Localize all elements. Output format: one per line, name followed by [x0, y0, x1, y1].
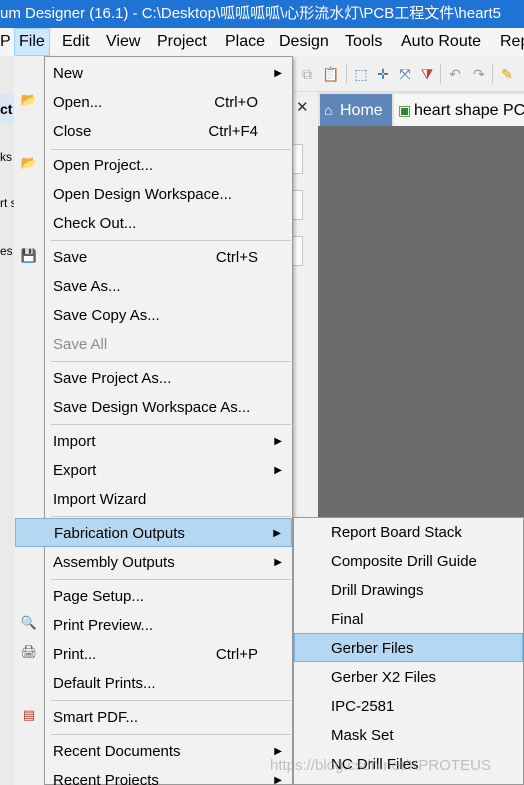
menu-item-default-prints[interactable]: Default Prints... [45, 669, 292, 698]
folder-open-icon: 📂 [20, 155, 38, 170]
move-icon[interactable]: ✛ [374, 65, 392, 83]
menu-separator [51, 361, 291, 362]
menu-item-open-design-workspace[interactable]: Open Design Workspace... [45, 180, 292, 209]
menu-item-new[interactable]: New ▶ [45, 59, 292, 88]
menu-item-export[interactable]: Export ▶ [45, 456, 292, 485]
toolbar-separator [346, 64, 347, 84]
panel-box [293, 144, 303, 174]
menu-item-close[interactable]: Close Ctrl+F4 [45, 117, 292, 146]
menu-item-save-project-as[interactable]: Save Project As... [45, 364, 292, 393]
left-panel-fragment: rt s [0, 196, 14, 210]
toolbar-separator [492, 64, 493, 84]
menu-item-recent-documents[interactable]: Recent Documents ▶ [45, 737, 292, 766]
menu-item-recent-projects[interactable]: Recent Projects ▶ [45, 766, 292, 785]
submenu-item-final[interactable]: Final [294, 605, 523, 634]
pcb-icon: ▣ [398, 102, 412, 118]
submenu-arrow-icon: ▶ [274, 436, 282, 447]
left-panel-background [0, 56, 14, 785]
main-toolbar: ⧉ 📋 ⬚ ✛ ⤧ ⧩ ↶ ↷ ✎ [292, 56, 524, 92]
menu-item-import-wizard[interactable]: Import Wizard [45, 485, 292, 514]
menu-project[interactable]: Project [153, 28, 211, 56]
pdf-icon: ▤ [22, 707, 36, 722]
menu-item-open-project[interactable]: Open Project... [45, 151, 292, 180]
printer-icon: 🖨 [20, 644, 38, 659]
left-panel-fragment: es [0, 244, 13, 258]
folder-open-icon: 📂 [20, 92, 38, 107]
projects-panel-title: ct [0, 94, 14, 124]
panel-box [293, 190, 303, 220]
deselect-icon[interactable]: ⤧ [396, 65, 414, 83]
menu-item-save-design-workspace-as[interactable]: Save Design Workspace As... [45, 393, 292, 422]
paste-icon[interactable]: 📋 [322, 65, 340, 83]
menu-file[interactable]: File [14, 28, 50, 56]
submenu-arrow-icon: ▶ [274, 465, 282, 476]
select-area-icon[interactable]: ⬚ [352, 65, 370, 83]
submenu-arrow-icon: ▶ [274, 557, 282, 568]
watermark: https://blog.csdn.net/KPROTEUS [270, 757, 491, 774]
submenu-item-report-board-stack[interactable]: Report Board Stack [294, 518, 523, 547]
menu-separator [51, 700, 291, 701]
menu-place[interactable]: Place [221, 28, 269, 56]
toolbar-separator [440, 64, 441, 84]
menu-item-print-preview[interactable]: Print Preview... [45, 611, 292, 640]
document-tabs: ⌂ Home ▣ heart shape PCB [318, 92, 524, 126]
menu-item-open[interactable]: Open... Ctrl+O [45, 88, 292, 117]
window-title-bar: um Designer (16.1) - C:\Desktop\呱呱呱呱\心形流… [0, 0, 524, 28]
submenu-item-drill-drawings[interactable]: Drill Drawings [294, 576, 523, 605]
close-icon[interactable]: ✕ [296, 98, 309, 116]
menu-separator [51, 734, 291, 735]
menu-separator [51, 424, 291, 425]
menu-item-import[interactable]: Import ▶ [45, 427, 292, 456]
submenu-item-gerber-files[interactable]: Gerber Files [294, 633, 523, 662]
menu-separator [51, 516, 291, 517]
menu-item-save-copy-as[interactable]: Save Copy As... [45, 301, 292, 330]
menu-item-assembly-outputs[interactable]: Assembly Outputs ▶ [45, 548, 292, 577]
menu-item-page-setup[interactable]: Page Setup... [45, 582, 292, 611]
menu-item-save[interactable]: Save Ctrl+S [45, 243, 292, 272]
menu-separator [51, 149, 291, 150]
redo-icon[interactable]: ↷ [470, 65, 488, 83]
menu-reports[interactable]: Rep [496, 28, 524, 56]
menu-item-check-out[interactable]: Check Out... [45, 209, 292, 238]
file-menu-dropdown: New ▶ Open... Ctrl+O Close Ctrl+F4 Open … [15, 56, 293, 785]
submenu-item-composite-drill-guide[interactable]: Composite Drill Guide [294, 547, 523, 576]
tab-home[interactable]: ⌂ Home [320, 94, 392, 126]
tab-pcb-document[interactable]: ▣ heart shape PCB [394, 94, 524, 126]
menu-separator [51, 240, 291, 241]
menu-view[interactable]: View [102, 28, 144, 56]
undo-icon[interactable]: ↶ [446, 65, 464, 83]
submenu-arrow-icon: ▶ [273, 528, 281, 539]
panel-dropdown[interactable] [293, 236, 303, 266]
wand-icon[interactable]: ✎ [498, 65, 516, 83]
submenu-item-mask-set[interactable]: Mask Set [294, 721, 523, 750]
submenu-item-gerber-x2-files[interactable]: Gerber X2 Files [294, 663, 523, 692]
copy-icon[interactable]: ⧉ [298, 65, 316, 83]
menu-auto-route[interactable]: Auto Route [397, 28, 485, 56]
home-icon: ⌂ [324, 102, 333, 118]
menu-item-print[interactable]: Print... Ctrl+P [45, 640, 292, 669]
magnifier-icon: 🔍 [20, 615, 38, 630]
menu-separator [51, 579, 291, 580]
window-title: um Designer (16.1) - C:\Desktop\呱呱呱呱\心形流… [0, 5, 501, 22]
menu-item-smart-pdf[interactable]: Smart PDF... [45, 703, 292, 732]
menu-p[interactable]: P [0, 28, 15, 56]
menu-edit[interactable]: Edit [58, 28, 94, 56]
submenu-item-ipc-2581[interactable]: IPC-2581 [294, 692, 523, 721]
menu-item-save-all: Save All [53, 336, 108, 353]
menu-tools[interactable]: Tools [341, 28, 386, 56]
menu-design[interactable]: Design [275, 28, 333, 56]
submenu-arrow-icon: ▶ [274, 68, 282, 79]
floppy-icon: 💾 [20, 248, 38, 263]
fabrication-outputs-submenu: Report Board Stack Composite Drill Guide… [293, 517, 524, 785]
menu-item-fabrication-outputs[interactable]: Fabrication Outputs ▶ [15, 518, 292, 547]
clear-filter-icon[interactable]: ⧩ [418, 65, 436, 83]
left-panel-fragment: ks [0, 150, 12, 164]
menu-item-save-as[interactable]: Save As... [45, 272, 292, 301]
menu-bar: P File Edit View Project Place Design To… [0, 28, 524, 56]
